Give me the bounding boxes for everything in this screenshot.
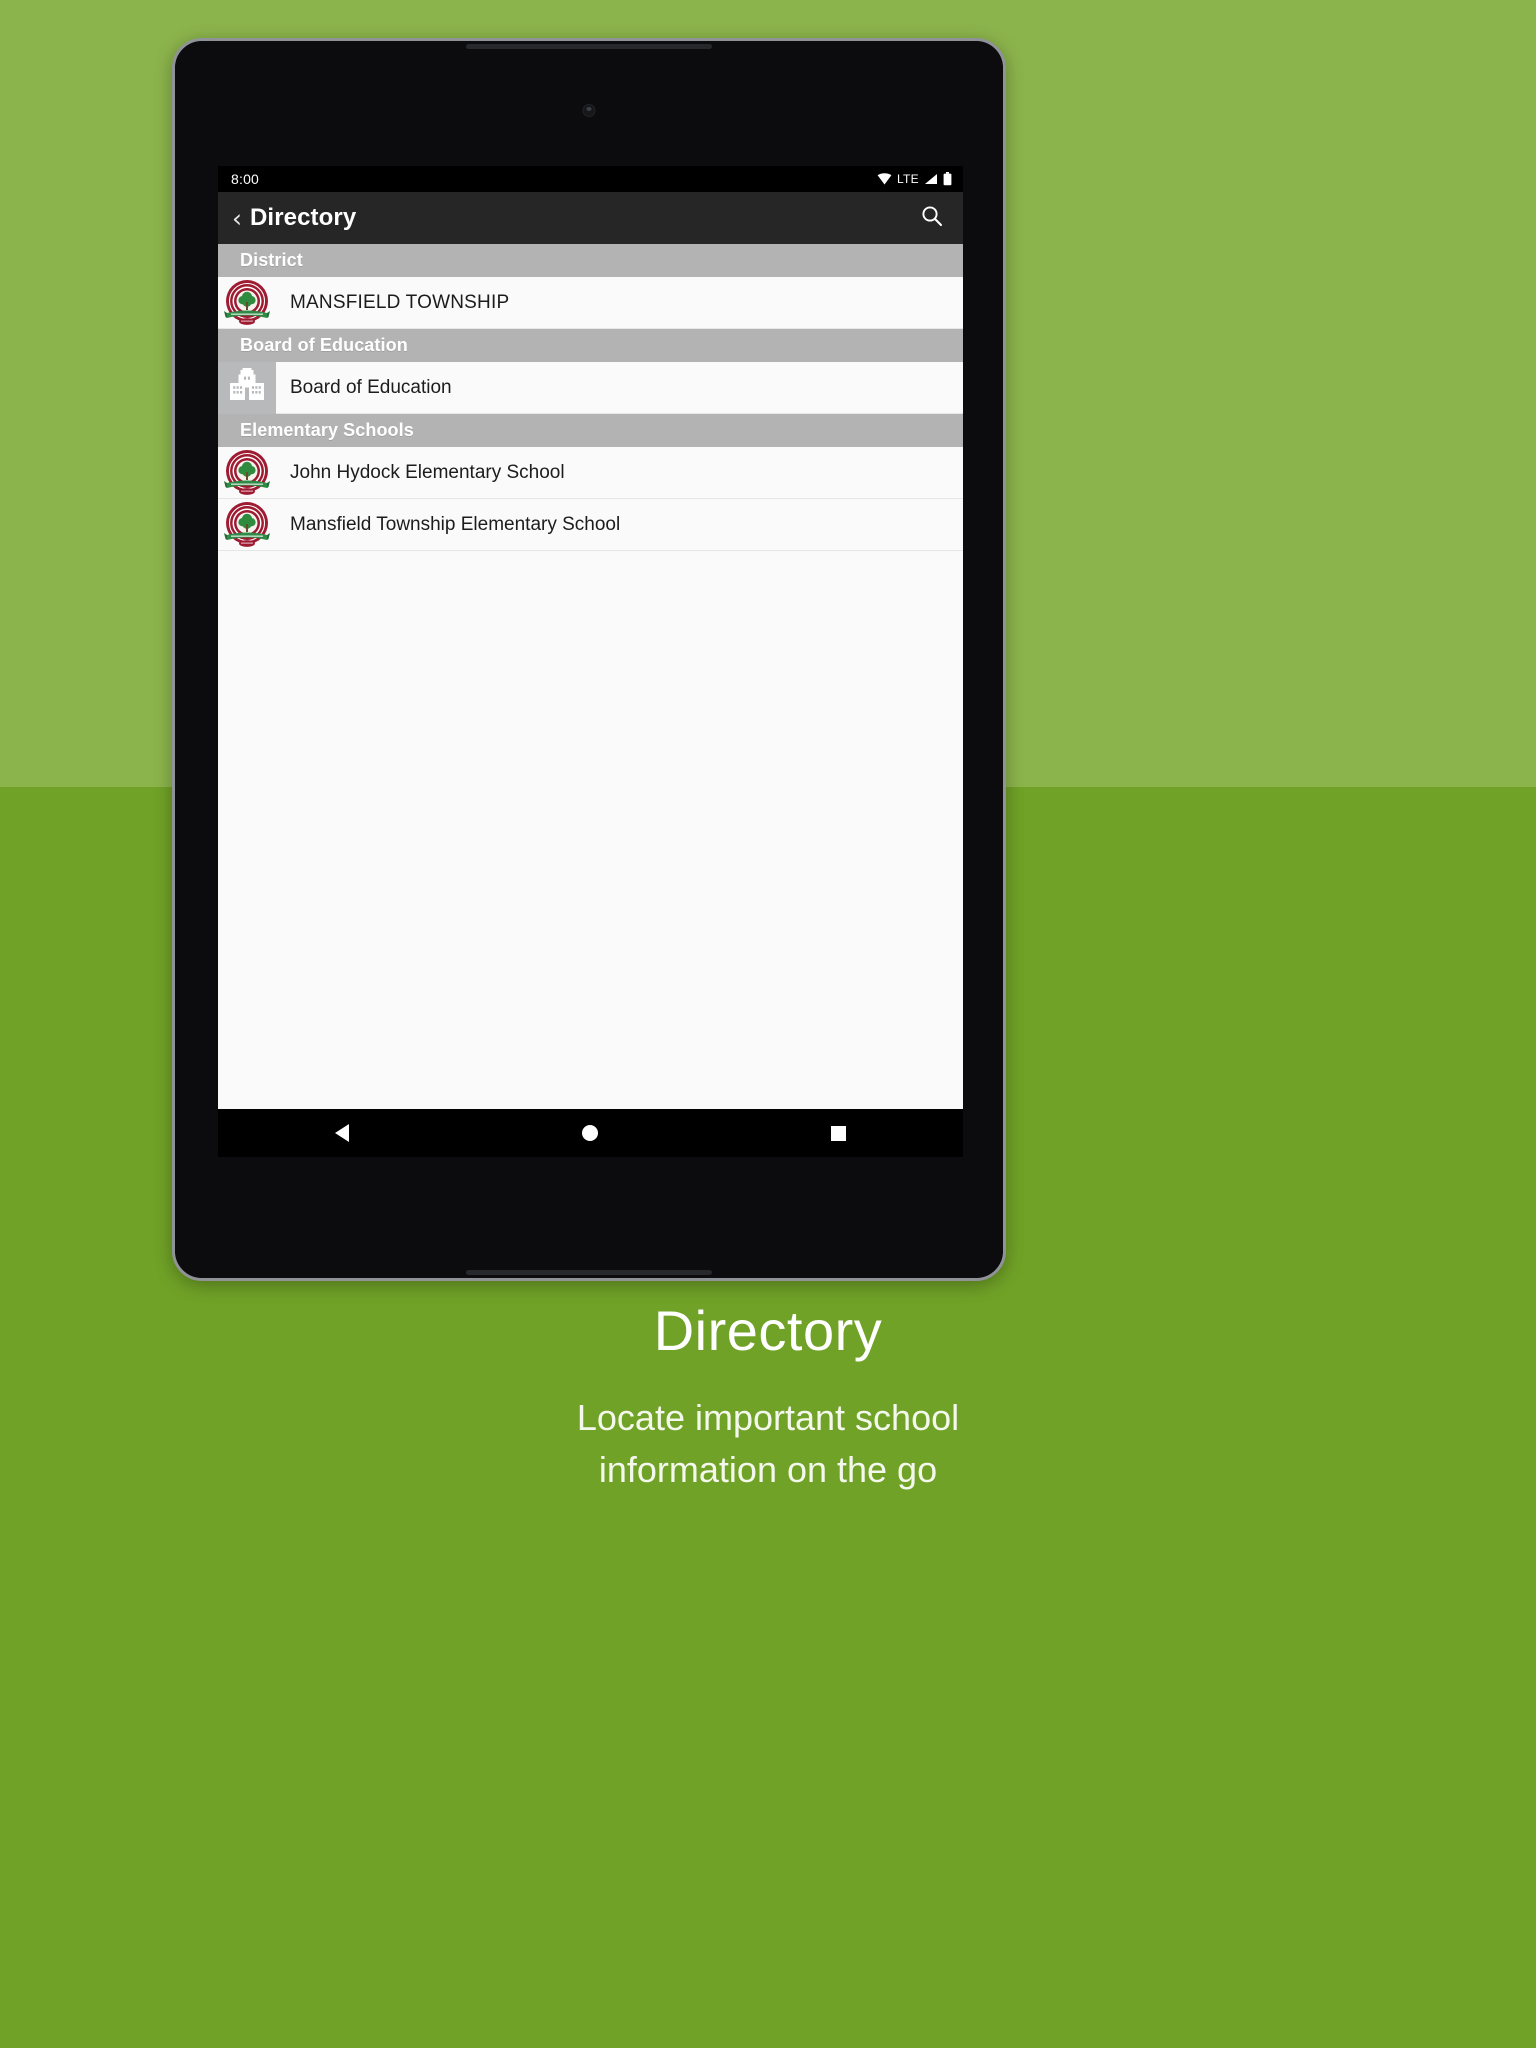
android-navigation-bar bbox=[218, 1109, 963, 1157]
list-item-label: MANSFIELD TOWNSHIP bbox=[290, 291, 510, 313]
list-item[interactable]: John Hydock Elementary School bbox=[218, 447, 963, 499]
section-header-board-of-education: Board of Education bbox=[218, 329, 963, 362]
recents-square-icon bbox=[831, 1125, 847, 1141]
caption-subtitle: Locate important school information on t… bbox=[0, 1392, 1536, 1496]
list-item[interactable]: Board of Education bbox=[218, 361, 963, 414]
back-triangle-icon bbox=[335, 1124, 350, 1142]
page-title: Directory bbox=[250, 204, 357, 231]
caption-subtitle-line-1: Locate important school bbox=[576, 1396, 960, 1438]
directory-list[interactable]: District MANSFIELD TOWNSHIP Board of Edu… bbox=[218, 244, 963, 1109]
row-icon-cell bbox=[218, 499, 276, 551]
list-item-label: Mansfield Township Elementary School bbox=[290, 513, 621, 535]
row-icon-cell bbox=[218, 361, 276, 414]
device-bezel: 8:00 LTE ‹ Directory District MANSFIELD … bbox=[175, 41, 1003, 1278]
status-bar: 8:00 LTE bbox=[218, 166, 963, 192]
district-seal-icon bbox=[221, 447, 273, 499]
recents-button[interactable] bbox=[799, 1109, 879, 1157]
home-circle-icon bbox=[582, 1125, 599, 1141]
back-button[interactable] bbox=[302, 1109, 382, 1157]
status-icons-group: LTE bbox=[877, 172, 952, 186]
speaker-grille-bottom bbox=[466, 1270, 712, 1275]
list-item[interactable]: Mansfield Township Elementary School bbox=[218, 499, 963, 551]
back-chevron-icon[interactable]: ‹ bbox=[224, 206, 250, 231]
list-item-label: John Hydock Elementary School bbox=[290, 461, 565, 483]
status-clock: 8:00 bbox=[231, 171, 260, 187]
list-item[interactable]: MANSFIELD TOWNSHIP bbox=[218, 277, 963, 329]
caption-block: Directory Locate important school inform… bbox=[0, 1300, 1536, 1496]
tablet-device-frame: 8:00 LTE ‹ Directory District MANSFIELD … bbox=[172, 38, 1006, 1281]
signal-icon bbox=[924, 173, 938, 185]
search-button[interactable] bbox=[915, 201, 949, 235]
battery-icon bbox=[943, 172, 952, 186]
section-header-elementary-schools: Elementary Schools bbox=[218, 414, 963, 447]
home-button[interactable] bbox=[550, 1109, 630, 1157]
caption-title: Directory bbox=[653, 1299, 883, 1362]
row-icon-cell bbox=[218, 277, 276, 329]
caption-subtitle-line-2: information on the go bbox=[598, 1448, 938, 1490]
district-seal-icon bbox=[221, 277, 273, 329]
section-header-district: District bbox=[218, 244, 963, 277]
school-building-icon bbox=[228, 368, 266, 407]
app-title-bar: ‹ Directory bbox=[218, 192, 963, 244]
search-icon bbox=[920, 204, 944, 233]
device-screen: 8:00 LTE ‹ Directory District MANSFIELD … bbox=[218, 166, 963, 1157]
list-item-label: Board of Education bbox=[290, 376, 452, 398]
network-type-label: LTE bbox=[896, 172, 919, 186]
district-seal-icon bbox=[221, 499, 273, 551]
speaker-grille-top bbox=[466, 44, 712, 49]
row-icon-cell bbox=[218, 447, 276, 499]
wifi-icon bbox=[877, 173, 892, 185]
front-camera-icon bbox=[582, 104, 596, 117]
